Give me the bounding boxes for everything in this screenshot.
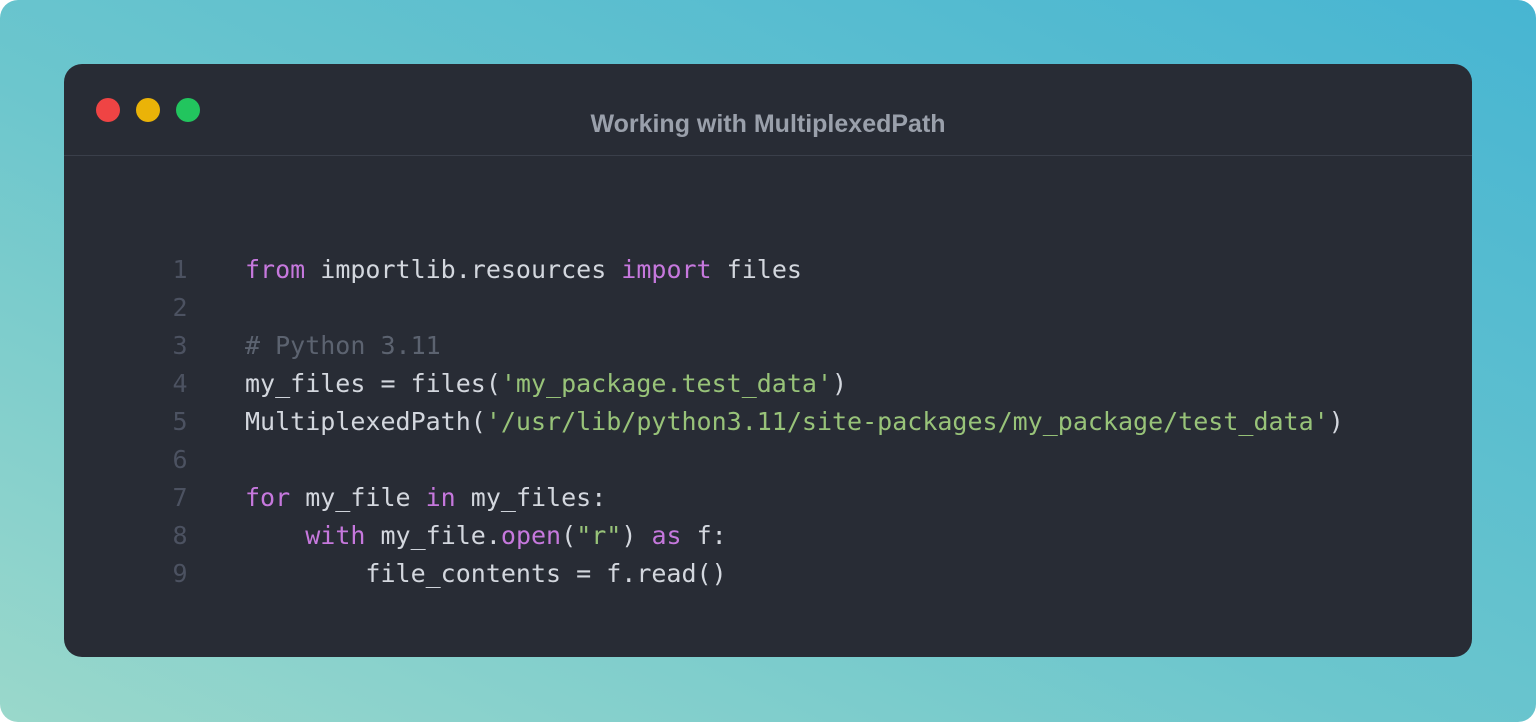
code-token: my_files = files(	[245, 369, 501, 398]
code-token: my_files:	[455, 483, 607, 512]
line-number: 5	[172, 407, 188, 436]
code-token: my_file	[290, 483, 426, 512]
gradient-backdrop: Working with MultiplexedPath 1 from impor…	[0, 0, 1536, 722]
code-line: 1 from importlib.resources import files	[64, 251, 1472, 289]
code-line: 3 # Python 3.11	[64, 327, 1472, 365]
code-text: file_contents = f.read()	[245, 555, 727, 593]
code-token: importlib.resources	[305, 255, 622, 284]
code-line: 8 with my_file.open("r") as f:	[64, 517, 1472, 555]
code-line: 4 my_files = files('my_package.test_data'…	[64, 365, 1472, 403]
code-text: from importlib.resources import files	[245, 251, 802, 289]
keyword-token: with	[305, 521, 366, 550]
code-token: files	[711, 255, 802, 284]
code-text: with my_file.open("r") as f:	[245, 517, 727, 555]
code-token: my_file.	[365, 521, 501, 550]
string-token: '/usr/lib/python3.11/site-packages/my_pa…	[485, 407, 1329, 436]
line-number: 4	[172, 369, 188, 398]
code-line: 6	[64, 441, 1472, 479]
window-titlebar: Working with MultiplexedPath	[64, 64, 1472, 156]
comment-token: # Python 3.11	[245, 331, 441, 360]
code-text: # Python 3.11	[245, 327, 441, 365]
code-line: 2	[64, 289, 1472, 327]
window-title: Working with MultiplexedPath	[590, 110, 946, 138]
line-number: 2	[172, 293, 188, 322]
function-token: open	[500, 521, 562, 550]
code-token: )	[832, 369, 848, 398]
string-token: "r"	[576, 521, 622, 550]
line-number: 7	[172, 483, 188, 512]
keyword-token: as	[651, 521, 682, 550]
code-token: )	[1328, 407, 1344, 436]
code-token: (	[561, 521, 577, 550]
code-text: my_files = files('my_package.test_data')	[245, 365, 847, 403]
line-number: 6	[172, 445, 188, 474]
keyword-token: import	[621, 255, 712, 284]
keyword-token: for	[245, 483, 291, 512]
string-token: 'my_package.test_data'	[500, 369, 833, 398]
code-token: )	[621, 521, 652, 550]
code-token: MultiplexedPath(	[245, 407, 486, 436]
code-block: 1 from importlib.resources import files 2 3…	[64, 251, 1472, 593]
code-line: 5 MultiplexedPath('/usr/lib/python3.11/si…	[64, 403, 1472, 441]
code-token: file_contents = f.read()	[245, 559, 727, 588]
code-text: for my_file in my_files:	[245, 479, 606, 517]
line-number: 3	[172, 331, 188, 360]
code-text: MultiplexedPath('/usr/lib/python3.11/sit…	[245, 403, 1344, 441]
line-number: 1	[172, 255, 188, 284]
code-line: 9 file_contents = f.read()	[64, 555, 1472, 593]
keyword-token: from	[245, 255, 306, 284]
code-token: f:	[681, 521, 727, 550]
keyword-token: in	[425, 483, 456, 512]
line-number: 8	[172, 521, 188, 550]
code-line: 7 for my_file in my_files:	[64, 479, 1472, 517]
line-number: 9	[172, 559, 188, 588]
code-window: Working with MultiplexedPath 1 from impor…	[64, 64, 1472, 657]
